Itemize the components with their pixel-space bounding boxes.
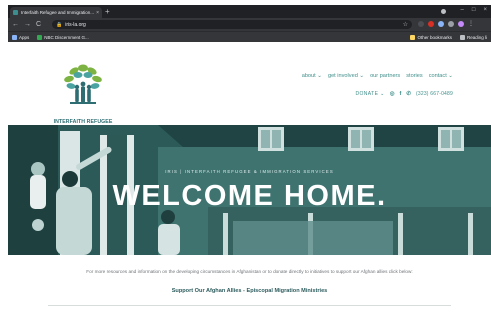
address-bar[interactable]: 🔒 iris-la.org ☆	[52, 20, 412, 29]
folder-icon	[410, 35, 416, 40]
tab-strip: Interfaith Refugee and Immigration... × …	[8, 5, 491, 18]
site-favicon-icon	[13, 10, 18, 15]
lock-icon: 🔒	[56, 21, 63, 28]
nav-get-involved[interactable]: get involved ⌄	[328, 73, 364, 79]
menu-kebab-icon[interactable]: ⋮	[468, 21, 474, 27]
info-text: For more resources and information on th…	[86, 269, 413, 274]
bookmark-label: NBC Discernment G...	[44, 34, 89, 40]
bookmark-nbc[interactable]: NBC Discernment G...	[37, 34, 89, 40]
reading-list-icon	[459, 35, 465, 40]
browser-window: Interfaith Refugee and Immigration... × …	[8, 5, 491, 307]
reload-icon[interactable]: C	[36, 20, 41, 29]
extensions-puzzle-icon[interactable]	[448, 21, 454, 27]
extensions-area: ⋮	[418, 21, 474, 27]
other-bookmarks[interactable]: Other bookmarks	[410, 35, 452, 40]
tab-title: Interfaith Refugee and Immigration...	[21, 10, 95, 15]
window-controls: – □ ×	[461, 7, 487, 13]
nav-our-partners[interactable]: our partners	[370, 73, 400, 79]
reading-list[interactable]: Reading li	[459, 35, 487, 40]
profile-icon[interactable]	[441, 9, 446, 14]
tab-close-icon[interactable]: ×	[96, 10, 99, 16]
instagram-icon[interactable]: ◎	[390, 91, 395, 97]
bookmark-favicon-icon	[37, 34, 43, 40]
web-page: INTERFAITH REFUGEE & IMMIGRATION SERVICE…	[8, 42, 491, 307]
hero-tagline: IRIS | INTERFAITH REFUGEE & IMMIGRATION …	[165, 169, 334, 174]
afghan-allies-link[interactable]: Support Our Afghan Allies - Episcopal Mi…	[8, 288, 491, 294]
bookmark-label: Apps	[19, 34, 30, 40]
maximize-icon[interactable]: □	[472, 7, 476, 13]
extension-icon[interactable]	[438, 21, 444, 27]
forward-arrow-icon[interactable]: →	[24, 20, 31, 29]
nav-stories[interactable]: stories	[406, 73, 422, 79]
bookmark-star-icon[interactable]: ☆	[403, 21, 408, 28]
hero-title: WELCOME HOME.	[112, 180, 387, 212]
apps-grid-icon	[12, 34, 17, 40]
browser-tab[interactable]: Interfaith Refugee and Immigration... ×	[10, 7, 102, 18]
bookmark-label: Reading li	[466, 35, 487, 40]
bookmarks-bar: Apps NBC Discernment G... Other bookmark…	[8, 31, 491, 42]
main-navigation: about ⌄ get involved ⌄ our partners stor…	[302, 73, 453, 79]
secondary-navigation: DONATE ⌄ ◎ f ✆ (323) 667-0489	[355, 91, 453, 97]
phone-icon: ✆	[406, 91, 411, 97]
extension-icon[interactable]	[428, 21, 434, 27]
extension-icon[interactable]	[418, 21, 424, 27]
tree-logo-icon	[64, 64, 102, 104]
hero-banner: IRIS | INTERFAITH REFUGEE & IMMIGRATION …	[8, 125, 491, 255]
window-close-icon[interactable]: ×	[483, 7, 487, 13]
minimize-icon[interactable]: –	[461, 7, 464, 13]
donate-link[interactable]: DONATE ⌄	[355, 91, 384, 97]
bookmark-apps[interactable]: Apps	[12, 34, 30, 40]
phone-number[interactable]: (323) 667-0489	[416, 91, 453, 97]
facebook-icon[interactable]: f	[400, 91, 402, 97]
browser-toolbar: ← → C 🔒 iris-la.org ☆ ⋮	[8, 18, 491, 31]
url-text[interactable]: iris-la.org	[65, 22, 86, 28]
site-logo[interactable]: INTERFAITH REFUGEE & IMMIGRATION SERVICE	[48, 60, 118, 129]
nav-contact[interactable]: contact ⌄	[429, 73, 453, 79]
back-arrow-icon[interactable]: ←	[12, 20, 19, 29]
bookmark-label: Other bookmarks	[417, 35, 452, 40]
nav-about[interactable]: about ⌄	[302, 73, 322, 79]
divider	[48, 305, 451, 306]
new-tab-icon[interactable]: +	[105, 7, 110, 16]
nav-buttons: ← → C	[12, 20, 41, 29]
profile-avatar-icon[interactable]	[458, 21, 464, 27]
